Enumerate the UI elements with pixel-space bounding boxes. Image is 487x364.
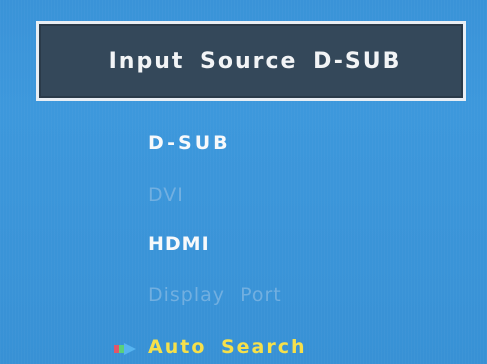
menu-item-auto-search[interactable]: Auto Search (148, 336, 307, 358)
menu-item-dvi[interactable]: DVI (148, 184, 184, 206)
menu-item-hdmi[interactable]: HDMI (148, 233, 210, 255)
arrow-right-icon (114, 343, 136, 355)
menu-item-display-port[interactable]: Display Port (148, 284, 282, 306)
osd-title: Input Source D-SUB (108, 48, 402, 74)
menu-item-d-sub[interactable]: D-SUB (148, 132, 231, 154)
osd-title-box: Input Source D-SUB (36, 21, 466, 101)
